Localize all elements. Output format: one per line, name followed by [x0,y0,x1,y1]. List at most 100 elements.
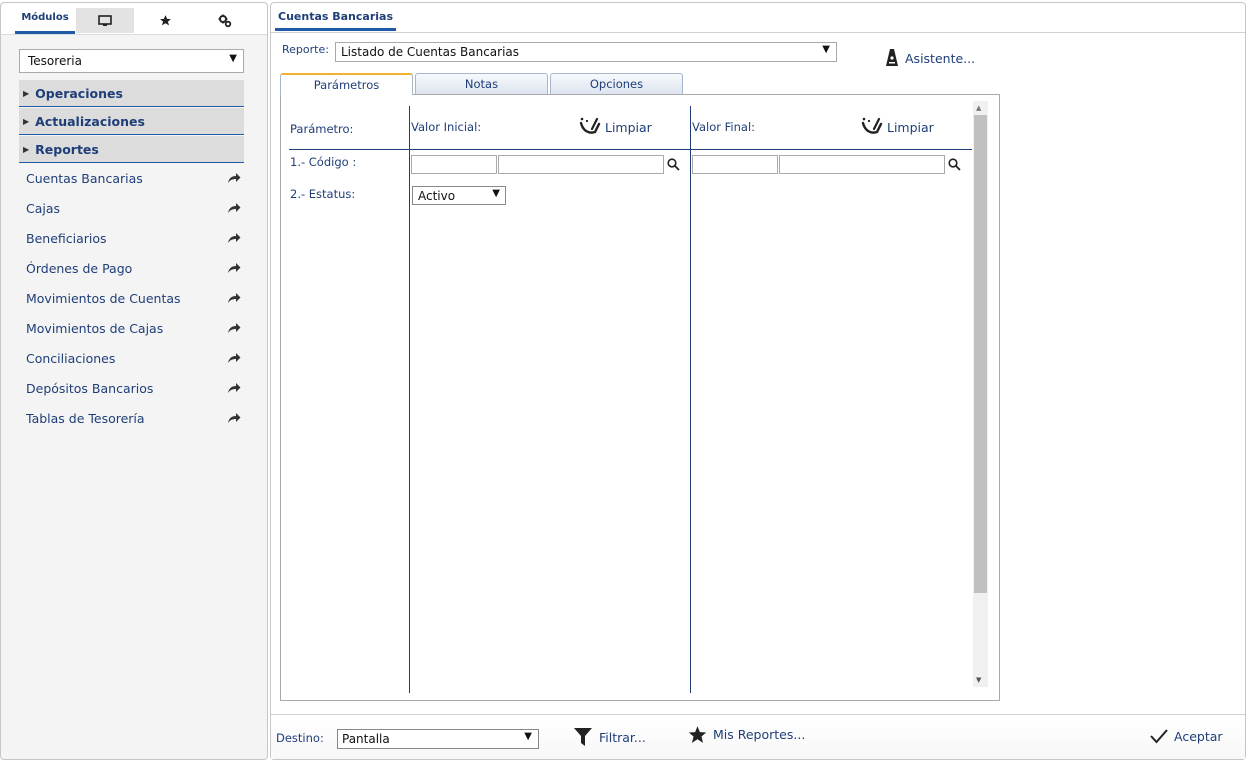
scroll-up-arrow-icon[interactable]: ▲ [976,104,981,112]
nav-item-label: Beneficiarios [26,230,107,246]
caret-right-icon: ▶ [23,88,30,98]
nav-item-cajas[interactable]: Cajas [26,198,241,218]
codigo-final-desc-input[interactable] [779,155,945,174]
asistente-button[interactable]: Asistente... [885,49,975,67]
tab-modulos[interactable]: Módulos [15,8,75,34]
share-arrow-icon [228,353,241,363]
check-icon [1150,729,1168,744]
gears-icon [218,14,232,27]
group-label: Reportes [35,141,99,157]
wizard-icon [886,49,898,66]
aceptar-label: Aceptar [1174,728,1223,744]
module-select-value: Tesoreria [28,54,82,68]
asistente-label: Asistente... [905,50,976,66]
tab-notas[interactable]: Notas [415,73,548,94]
header-divider [289,149,972,150]
aceptar-button[interactable]: Aceptar [1150,728,1223,744]
param-estatus-label: 2.- Estatus: [290,187,356,201]
caret-right-icon: ▶ [23,144,30,154]
group-operaciones[interactable]: ▶ Operaciones [19,80,244,107]
param-codigo-label: 1.- Código : [290,155,357,169]
nav-item-beneficiarios[interactable]: Beneficiarios [26,228,241,248]
chevron-down-icon: ▼ [492,188,500,199]
codigo-inicial-desc-input[interactable] [498,155,664,174]
share-arrow-icon [228,263,241,273]
share-arrow-icon [228,233,241,243]
group-reportes[interactable]: ▶ Reportes [19,136,244,163]
star-icon [159,15,171,26]
nav-item-tablas-de-tesoreria[interactable]: Tablas de Tesorería [26,408,241,428]
col-header-valor-inicial: Valor Inicial: [411,120,482,134]
nav-item-label: Tablas de Tesorería [26,410,145,426]
share-arrow-icon [228,383,241,393]
search-icon[interactable] [948,158,961,171]
caret-right-icon: ▶ [23,116,30,126]
destino-select[interactable]: Pantalla ▼ [337,729,539,749]
filtrar-label: Filtrar... [599,729,646,745]
estatus-select-value: Activo [418,188,456,203]
codigo-final-input[interactable] [692,155,778,174]
nav-item-label: Órdenes de Pago [26,260,133,276]
limpiar-label: Limpiar [605,119,652,135]
nav-item-movimientos-de-cajas[interactable]: Movimientos de Cajas [26,318,241,338]
column-divider [409,106,410,693]
broom-icon [579,117,601,134]
col-header-valor-final: Valor Final: [692,120,756,134]
nav-item-label: Depósitos Bancarios [26,380,154,396]
left-tab-bar: Módulos [1,3,267,35]
chevron-down-icon: ▼ [524,731,532,742]
destino-select-value: Pantalla [342,732,390,746]
nav-item-cuentas-bancarias[interactable]: Cuentas Bancarias [26,168,241,188]
nav-item-label: Movimientos de Cajas [26,320,164,336]
tab-favorites[interactable] [136,8,194,33]
share-arrow-icon [228,173,241,183]
reporte-select-value: Listado de Cuentas Bancarias [341,45,520,59]
module-select[interactable]: Tesoreria ▼ [19,49,244,73]
nav-item-label: Cuentas Bancarias [26,170,143,186]
filtrar-button[interactable]: Filtrar... [573,727,646,747]
share-arrow-icon [228,413,241,423]
chevron-down-icon: ▼ [822,44,830,55]
nav-item-depositos-bancarios[interactable]: Depósitos Bancarios [26,378,241,398]
right-panel: Cuentas Bancarias Reporte: Listado de Cu… [270,2,1246,760]
tab-monitor[interactable] [76,8,134,33]
scroll-down-arrow-icon[interactable]: ▼ [976,676,981,684]
group-label: Actualizaciones [35,113,145,129]
vertical-scrollbar[interactable]: ▲ ▼ [973,101,988,687]
filter-icon [574,728,592,746]
nav-item-movimientos-de-cuentas[interactable]: Movimientos de Cuentas [26,288,241,308]
nav-item-label: Cajas [26,200,61,216]
limpiar-label: Limpiar [887,119,934,135]
tab-cuentas-bancarias[interactable]: Cuentas Bancarias [275,10,397,31]
nav-item-conciliaciones[interactable]: Conciliaciones [26,348,241,368]
broom-icon [861,117,883,134]
nav-item-label: Conciliaciones [26,350,116,366]
left-panel: Módulos Tesoreria ▼ ▶ Operaciones ▶ Actu… [0,2,268,760]
tab-opciones[interactable]: Opciones [550,73,683,94]
monitor-icon [98,14,112,26]
search-icon[interactable] [667,158,680,171]
destino-label: Destino: [276,731,324,745]
mis-reportes-label: Mis Reportes... [713,727,806,742]
right-title-bar: Cuentas Bancarias [271,3,1245,33]
reporte-select[interactable]: Listado de Cuentas Bancarias ▼ [335,42,837,62]
limpiar-inicial-button[interactable]: Limpiar [579,117,652,137]
column-divider [690,106,691,693]
parameters-panel: Parámetro: Valor Inicial: Valor Final: L… [280,94,1000,701]
share-arrow-icon [228,203,241,213]
mis-reportes-button[interactable]: Mis Reportes... [688,725,805,744]
nav-item-label: Movimientos de Cuentas [26,290,181,306]
star-icon [688,726,707,743]
tab-parametros[interactable]: Parámetros [280,73,413,95]
group-actualizaciones[interactable]: ▶ Actualizaciones [19,108,244,135]
footer-bar: Destino: Pantalla ▼ Filtrar... Mis Repor… [271,714,1245,759]
nav-item-ordenes-de-pago[interactable]: Órdenes de Pago [26,258,241,278]
group-label: Operaciones [35,85,123,101]
reporte-label: Reporte: [282,43,329,56]
estatus-select[interactable]: Activo ▼ [412,186,506,205]
tab-settings[interactable] [196,8,254,33]
limpiar-final-button[interactable]: Limpiar [861,117,934,137]
col-header-parametro: Parámetro: [290,122,354,136]
scrollbar-thumb[interactable] [974,115,987,593]
codigo-inicial-input[interactable] [411,155,497,174]
